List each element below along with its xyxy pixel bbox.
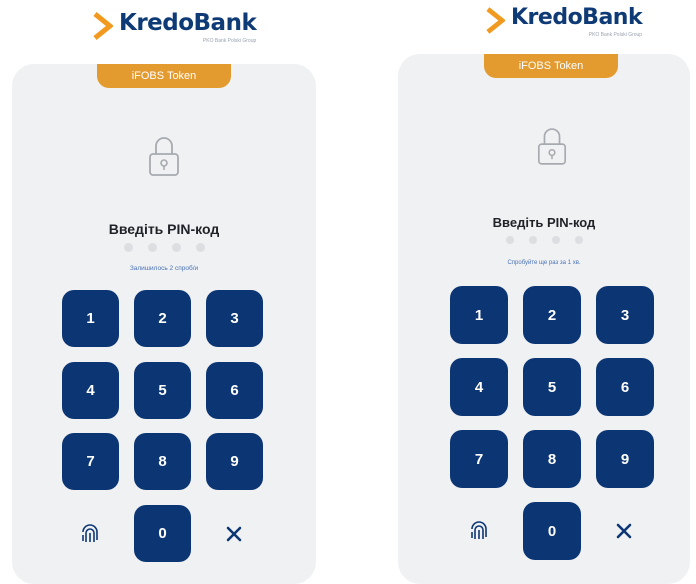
brand-name: KredoBank xyxy=(119,10,257,36)
fingerprint-button[interactable] xyxy=(461,513,497,549)
close-icon xyxy=(616,523,632,539)
key-5[interactable]: 5 xyxy=(523,358,581,416)
pin-dot xyxy=(574,236,583,244)
delete-button[interactable] xyxy=(606,513,642,549)
key-5[interactable]: 5 xyxy=(134,362,191,419)
app-tab: iFOBS Token xyxy=(97,64,231,88)
key-0[interactable]: 0 xyxy=(134,505,191,562)
key-9[interactable]: 9 xyxy=(596,430,654,488)
key-6[interactable]: 6 xyxy=(596,358,654,416)
chevron-right-icon xyxy=(93,12,113,40)
key-2[interactable]: 2 xyxy=(523,286,581,344)
brand-name: KredoBank xyxy=(511,5,643,30)
pin-dots xyxy=(12,243,316,252)
pin-dot xyxy=(123,243,133,252)
key-3[interactable]: 3 xyxy=(206,290,263,347)
pin-card: iFOBS Token Введіть PIN-код Залишилось 2… xyxy=(12,64,316,584)
pin-dot xyxy=(171,243,181,252)
key-6[interactable]: 6 xyxy=(206,362,263,419)
key-1[interactable]: 1 xyxy=(450,286,508,344)
pin-dot xyxy=(528,236,537,244)
attempts-status: Залишилось 2 спроб/и xyxy=(129,265,199,272)
key-0[interactable]: 0 xyxy=(523,502,581,560)
close-icon xyxy=(226,526,242,542)
key-2[interactable]: 2 xyxy=(134,290,191,347)
fingerprint-button[interactable] xyxy=(72,516,108,552)
fingerprint-icon xyxy=(82,524,98,542)
key-4[interactable]: 4 xyxy=(62,362,119,419)
kredobank-logo: KredoBank PKO Bank Polski Group xyxy=(486,5,643,38)
key-3[interactable]: 3 xyxy=(596,286,654,344)
kredobank-logo: KredoBank PKO Bank Polski Group xyxy=(93,10,257,44)
fingerprint-icon xyxy=(471,521,487,539)
key-8[interactable]: 8 xyxy=(134,433,191,490)
brand-subtitle: PKO Bank Polski Group xyxy=(202,38,257,44)
lock-icon xyxy=(149,137,179,176)
key-4[interactable]: 4 xyxy=(450,358,508,416)
pin-dot xyxy=(551,236,560,244)
lock-icon xyxy=(537,128,567,165)
pin-card: iFOBS Token Введіть PIN-код Спробуйте ще… xyxy=(398,54,690,584)
key-8[interactable]: 8 xyxy=(523,430,581,488)
key-7[interactable]: 7 xyxy=(450,430,508,488)
delete-button[interactable] xyxy=(216,516,252,552)
pin-dots xyxy=(398,236,690,244)
pin-prompt: Введіть PIN-код xyxy=(108,221,220,237)
pin-dot xyxy=(505,236,514,244)
key-9[interactable]: 9 xyxy=(206,433,263,490)
app-tab: iFOBS Token xyxy=(484,54,618,78)
pin-prompt: Введіть PIN-код xyxy=(492,215,596,230)
key-7[interactable]: 7 xyxy=(62,433,119,490)
chevron-right-icon xyxy=(486,7,505,34)
pin-dot xyxy=(147,243,157,252)
brand-subtitle: PKO Bank Polski Group xyxy=(588,32,643,38)
retry-status: Спробуйте ще раз за 1 хв. xyxy=(507,260,581,266)
pin-dot xyxy=(195,243,205,252)
key-1[interactable]: 1 xyxy=(62,290,119,347)
